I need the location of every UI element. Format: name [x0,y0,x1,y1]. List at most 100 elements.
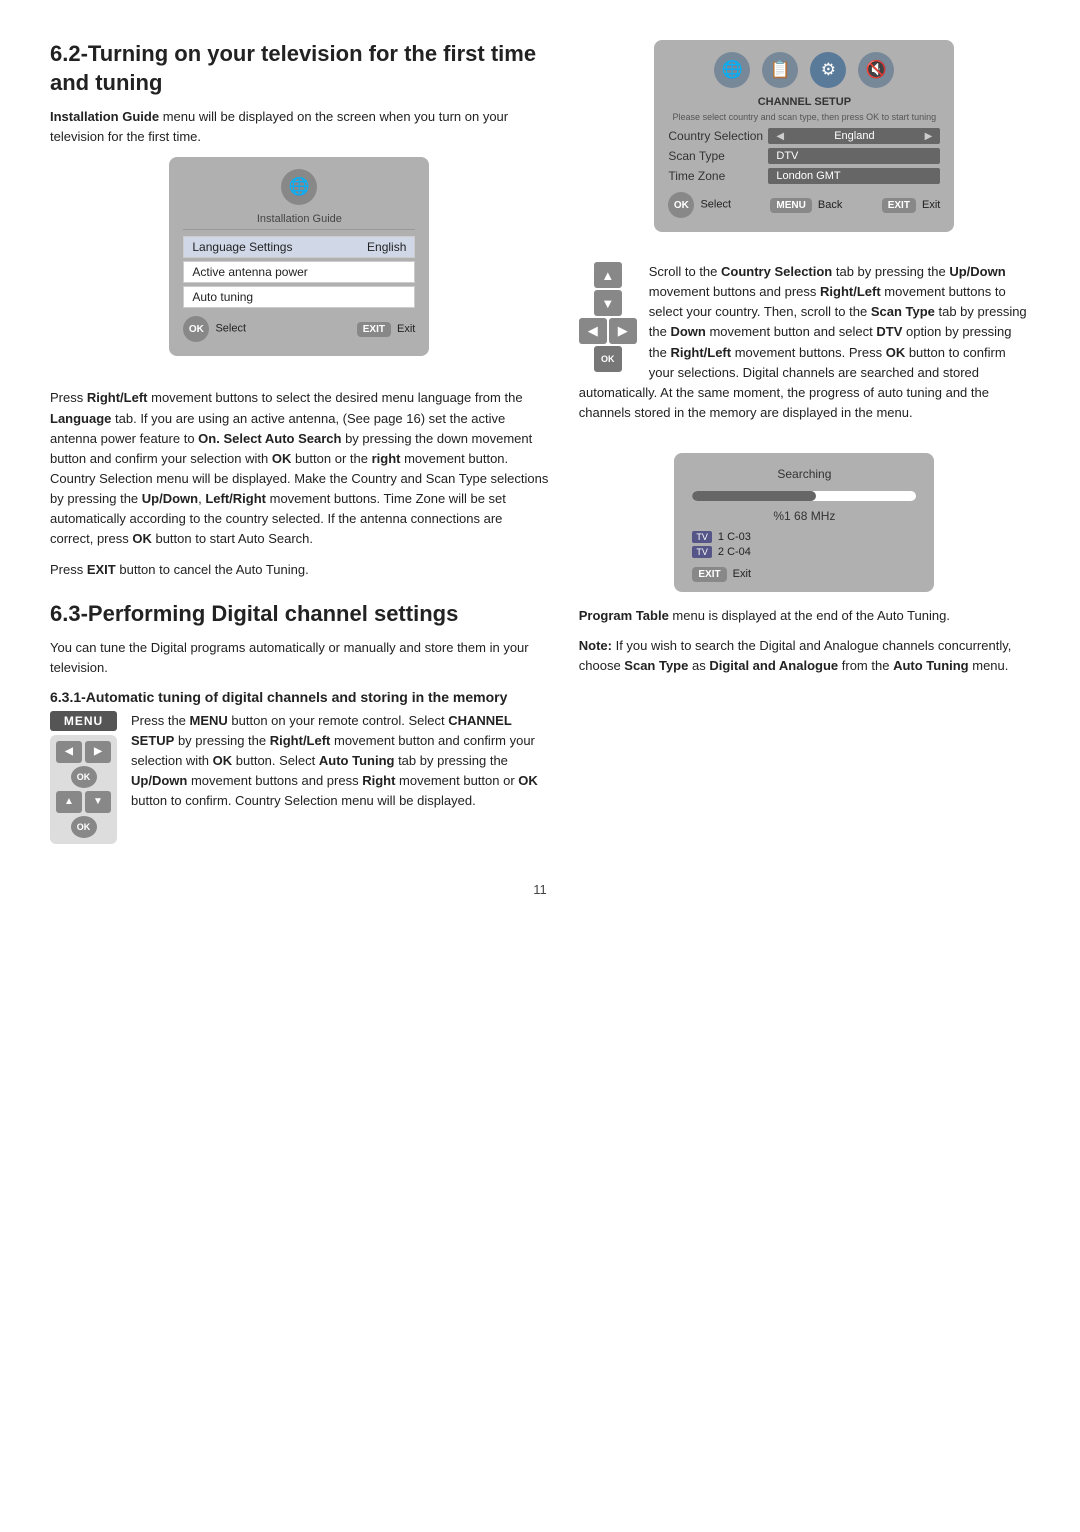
channel-icon-globe: 🌐 [714,52,750,88]
channel-setup-mockup: 🌐 📋 ⚙ 🔇 CHANNEL SETUP Please select coun… [654,40,954,232]
left-arrow-btn: ◀ [56,741,82,763]
section-6-3-1-title: 6.3.1-Automatic tuning of digital channe… [50,689,549,705]
right-arrow-btn: ▶ [85,741,111,763]
section-6-3: 6.3-Performing Digital channel settings … [50,600,549,852]
channel-row-timezone: Time Zone London GMT [668,168,940,184]
ok-button-icon: OK [183,316,209,342]
timezone-value: London GMT [768,168,940,184]
channel-ok-btn: OK [668,192,694,218]
section-6-3-intro: You can tune the Digital programs automa… [50,638,549,678]
searching-progress-bar [692,491,916,501]
channel-name-1: 1 C-03 [718,531,751,543]
scan-selected: DTV [776,150,798,162]
page-number: 11 [50,882,1030,897]
left-arrow-icon: ◀ [776,131,784,142]
right-col-body: ▲ ▼ ◀ ▶ OK Scroll to the Country Selecti… [579,262,1030,433]
body-para-1: Press Right/Left movement buttons to sel… [50,388,549,549]
country-value: ◀ England ▶ [768,128,940,144]
searching-freq: %1 68 MHz [692,509,916,523]
bottom-p1: Program Table menu is displayed at the e… [579,606,1030,626]
channel-select-label: Select [700,199,731,211]
bottom-p1-text: menu is displayed at the end of the Auto… [669,608,950,623]
channel-row-scan: Scan Type DTV [668,148,940,164]
language-label: Language Settings [192,240,292,254]
nav-right-btn: ▶ [609,318,637,344]
channel-exit-label: Exit [922,199,940,211]
installation-guide-bold: Installation Guide [50,109,159,124]
tv-menu-footer: OK Select EXIT Exit [183,316,415,342]
section-6-3-1-body: Press the MENU button on your remote con… [50,711,549,812]
scan-label: Scan Type [668,149,768,163]
channel-icon-gear: ⚙ [810,52,846,88]
nav-left-btn: ◀ [579,318,607,344]
tv-menu-icons: 🌐 [183,169,415,205]
nav-arrows-group: ▲ ▼ ◀ ▶ OK [579,262,637,372]
menu-button-label: MENU [50,711,117,731]
section-6-2-left: 6.2-Turning on your television for the f… [50,40,549,852]
page-wrapper: 6.2-Turning on your television for the f… [50,40,1030,897]
channel-row-country: Country Selection ◀ England ▶ [668,128,940,144]
down-arrow-btn: ▼ [85,791,111,813]
scan-value: DTV [768,148,940,164]
nav-ok-btn: OK [594,346,622,372]
searching-footer: EXIT Exit [692,568,916,580]
remote-row-ok2: OK [71,816,97,838]
remote-row-updown: ▲ ▼ [56,791,111,813]
channel-footer: OK Select MENU Back EXIT Exit [668,192,940,218]
channel-result-2: TV 2 C-04 [692,546,916,558]
searching-title: Searching [692,467,916,481]
section-6-2-layout: 6.2-Turning on your television for the f… [50,40,1030,852]
channel-icon-speaker: 🔇 [858,52,894,88]
body-para-2: Press EXIT button to cancel the Auto Tun… [50,560,549,580]
channel-menu-back: MENU Back [770,199,842,211]
right-arrow-icon: ▶ [925,131,933,142]
menu-label: MENU [770,198,811,213]
channel-subtitle: Please select country and scan type, the… [668,112,940,122]
up-arrow-btn: ▲ [56,791,82,813]
menu-icon-globe: 🌐 [281,169,317,205]
section-6-3-1-content: MENU ◀ ▶ OK ▲ ▼ [50,711,549,852]
remote-row-ok: OK [71,766,97,788]
section-6-2-title: 6.2-Turning on your television for the f… [50,40,549,97]
tv-menu-ok-select: OK Select [183,316,246,342]
tv-tag-1: TV [692,531,712,543]
country-selected: England [834,130,874,142]
channel-icons: 🌐 📋 ⚙ 🔇 [668,52,940,88]
tv-menu-row-autotuning: Auto tuning [183,286,415,308]
tv-menu-mockup: 🌐 Installation Guide Language Settings E… [169,157,429,356]
searching-exit-btn: EXIT [692,567,726,582]
antenna-label: Active antenna power [192,265,307,279]
tv-menu-row-language: Language Settings English [183,236,415,258]
back-label: Back [818,199,842,211]
select-label: Select [215,323,246,335]
exit-button-icon: EXIT [357,322,391,337]
section-6-2-intro: Installation Guide menu will be displaye… [50,107,549,147]
bottom-p2: Note: If you wish to search the Digital … [579,636,1030,676]
section-6-2-right: 🌐 📋 ⚙ 🔇 CHANNEL SETUP Please select coun… [579,40,1030,852]
tv-menu-exit: EXIT Exit [357,323,416,335]
searching-exit-label: Exit [733,568,751,580]
ok-center-btn: OK [71,766,97,788]
right-body-text: Scroll to the Country Selection tab by p… [579,262,1030,423]
remote-control-group: MENU ◀ ▶ OK ▲ ▼ [50,711,117,844]
nav-up-btn: ▲ [594,262,622,288]
remote-row-top: ◀ ▶ [56,741,111,763]
remote-nav-box: ◀ ▶ OK ▲ ▼ OK [50,735,117,844]
channel-result-1: TV 1 C-03 [692,531,916,543]
program-table-bold: Program Table [579,608,669,623]
tv-tag-2: TV [692,546,712,558]
nav-lr-row: ◀ ▶ [579,318,637,344]
autotuning-label: Auto tuning [192,290,253,304]
language-value: English [367,240,406,254]
tv-menu-row-antenna: Active antenna power [183,261,415,283]
channel-icon-file: 📋 [762,52,798,88]
searching-box: Searching %1 68 MHz TV 1 C-03 TV 2 C-04 [674,453,934,592]
channel-setup-title: CHANNEL SETUP [668,96,940,108]
timezone-label: Time Zone [668,169,768,183]
channel-name-2: 2 C-04 [718,546,751,558]
nav-down-btn: ▼ [594,290,622,316]
searching-progress-fill [692,491,815,501]
channel-ok-select: OK Select [668,192,731,218]
timezone-selected: London GMT [776,170,840,182]
tv-menu-title: Installation Guide [183,213,415,230]
